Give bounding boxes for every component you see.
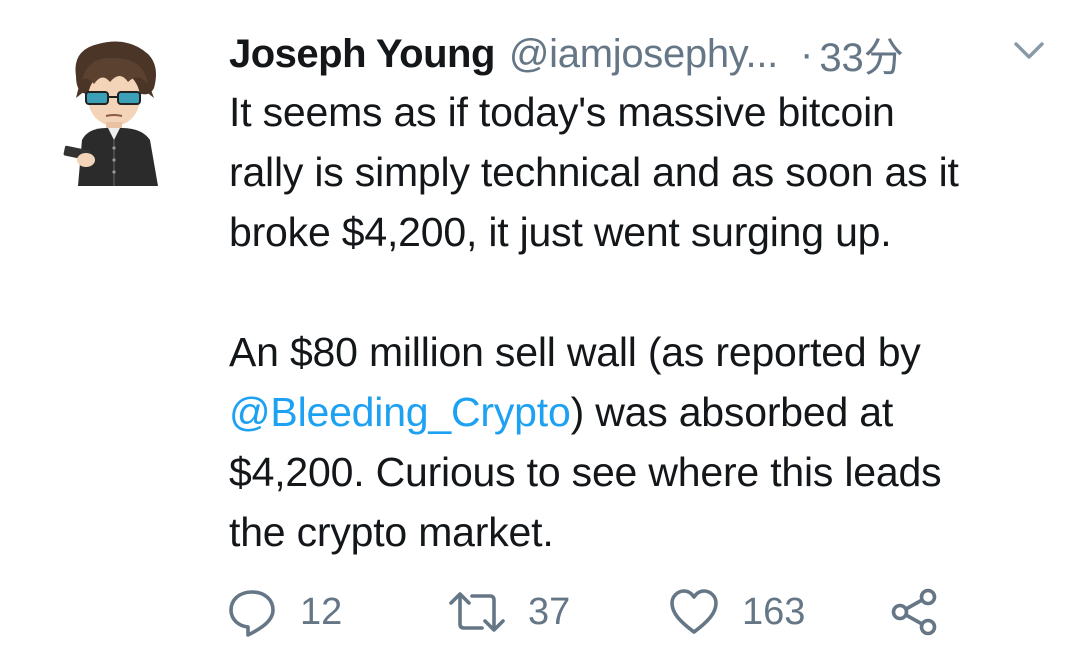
retweet-count: 37 <box>528 590 571 633</box>
tweet-card[interactable]: Joseph Young @iamjosephy... · 33分 It see… <box>0 0 1080 672</box>
action-bar: 12 37 163 <box>226 584 986 640</box>
author-name[interactable]: Joseph Young <box>229 32 495 77</box>
share-icon <box>891 588 937 636</box>
text-line: the crypto market. <box>229 509 554 555</box>
separator-dot: · <box>799 31 814 76</box>
retweet-button[interactable]: 37 <box>448 584 570 640</box>
like-count: 163 <box>742 590 806 633</box>
like-button[interactable]: 163 <box>668 584 805 640</box>
retweet-icon <box>449 592 505 632</box>
tweet-header: Joseph Young @iamjosephy... · 33分 <box>229 24 1059 84</box>
avatar[interactable] <box>58 36 170 186</box>
author-handle[interactable]: @iamjosephy... <box>509 32 778 77</box>
heart-icon <box>670 589 718 634</box>
text-line: $4,200. Curious to see where this leads <box>229 449 942 495</box>
chevron-down-icon[interactable] <box>1013 40 1045 62</box>
paragraph-1: It seems as if today's massive bitcoin r… <box>229 82 1059 262</box>
tweet-text: It seems as if today's massive bitcoin r… <box>229 82 1059 562</box>
timestamp[interactable]: 33分 <box>819 25 904 83</box>
reply-count: 12 <box>300 590 343 633</box>
reply-icon <box>229 590 275 637</box>
reply-button[interactable]: 12 <box>226 584 342 640</box>
text-line: It seems as if today's massive bitcoin <box>229 89 895 135</box>
text-line: An $80 million sell wall (as reported by <box>229 329 921 375</box>
paragraph-2: An $80 million sell wall (as reported by… <box>229 322 1059 562</box>
text-line: broke $4,200, it just went surging up. <box>229 209 892 255</box>
text-fragment: ) was absorbed at <box>570 389 894 435</box>
avatar-illustration <box>63 41 158 186</box>
mention-link[interactable]: @Bleeding_Crypto <box>229 389 571 435</box>
text-line: rally is simply technical and as soon as… <box>229 149 959 195</box>
share-button[interactable] <box>888 584 940 640</box>
